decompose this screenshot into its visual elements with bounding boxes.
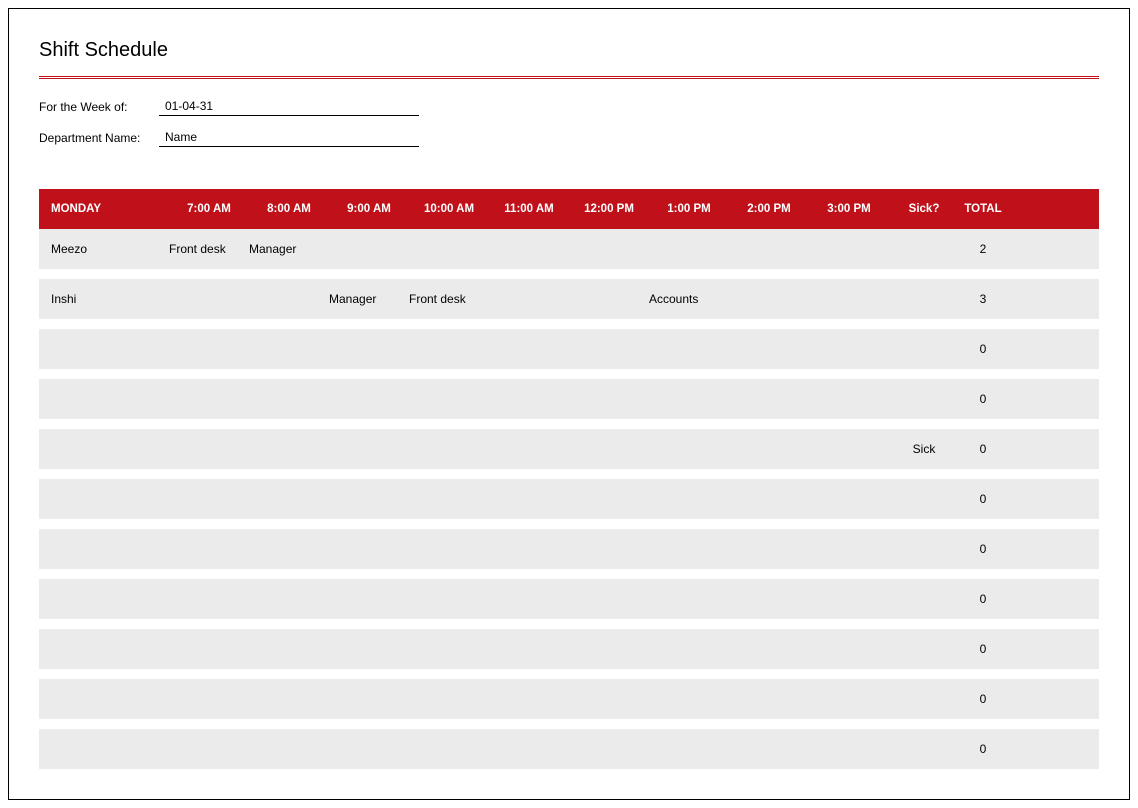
cell-8am[interactable]: Manager	[249, 242, 329, 256]
hdr-sick: Sick?	[889, 203, 959, 215]
week-value[interactable]: 01-04-31	[159, 97, 419, 116]
schedule-table: MONDAY 7:00 AM 8:00 AM 9:00 AM 10:00 AM …	[39, 189, 1099, 769]
week-row: For the Week of: 01-04-31	[39, 97, 1099, 116]
table-row[interactable]: MeezoFront deskManager 2	[39, 229, 1099, 269]
cell-total[interactable]: 0	[959, 342, 1019, 356]
cell-total[interactable]: 0	[959, 392, 1019, 406]
hdr-10am: 10:00 AM	[409, 203, 489, 215]
cell-total[interactable]: 0	[959, 742, 1019, 756]
dept-row: Department Name: Name	[39, 128, 1099, 147]
table-row[interactable]: 0	[39, 629, 1099, 669]
table-row[interactable]: 0	[39, 729, 1099, 769]
hdr-12pm: 12:00 PM	[569, 203, 649, 215]
cell-total[interactable]: 0	[959, 492, 1019, 506]
hdr-1pm: 1:00 PM	[649, 203, 729, 215]
hdr-11am: 11:00 AM	[489, 203, 569, 215]
cell-total[interactable]: 0	[959, 442, 1019, 456]
week-label: For the Week of:	[39, 100, 159, 114]
table-header: MONDAY 7:00 AM 8:00 AM 9:00 AM 10:00 AM …	[39, 189, 1099, 229]
page-title: Shift Schedule	[39, 39, 1099, 62]
cell-total[interactable]: 0	[959, 692, 1019, 706]
table-body: MeezoFront deskManager2InshiManagerFront…	[39, 229, 1099, 769]
cell-total[interactable]: 3	[959, 292, 1019, 306]
cell-total[interactable]: 0	[959, 592, 1019, 606]
title-rule	[39, 76, 1099, 79]
hdr-9am: 9:00 AM	[329, 203, 409, 215]
cell-9am[interactable]: Manager	[329, 292, 409, 306]
hdr-8am: 8:00 AM	[249, 203, 329, 215]
cell-sick[interactable]: Sick	[889, 442, 959, 456]
cell-total[interactable]: 0	[959, 642, 1019, 656]
cell-total[interactable]: 2	[959, 242, 1019, 256]
hdr-total: TOTAL	[959, 203, 1019, 215]
table-row[interactable]: 0	[39, 579, 1099, 619]
table-row[interactable]: 0	[39, 479, 1099, 519]
table-row[interactable]: 0	[39, 329, 1099, 369]
table-row[interactable]: Inshi ManagerFront desk Accounts 3	[39, 279, 1099, 319]
dept-value[interactable]: Name	[159, 128, 419, 147]
cell-1pm[interactable]: Accounts	[649, 292, 729, 306]
hdr-2pm: 2:00 PM	[729, 203, 809, 215]
cell-name[interactable]: Meezo	[39, 242, 169, 256]
cell-name[interactable]: Inshi	[39, 292, 169, 306]
hdr-day: MONDAY	[39, 203, 169, 215]
cell-7am[interactable]: Front desk	[169, 242, 249, 256]
cell-total[interactable]: 0	[959, 542, 1019, 556]
table-row[interactable]: 0	[39, 379, 1099, 419]
hdr-7am: 7:00 AM	[169, 203, 249, 215]
cell-10am[interactable]: Front desk	[409, 292, 489, 306]
table-row[interactable]: Sick0	[39, 429, 1099, 469]
hdr-3pm: 3:00 PM	[809, 203, 889, 215]
table-row[interactable]: 0	[39, 679, 1099, 719]
dept-label: Department Name:	[39, 131, 159, 145]
table-row[interactable]: 0	[39, 529, 1099, 569]
document-page: Shift Schedule For the Week of: 01-04-31…	[8, 8, 1130, 800]
